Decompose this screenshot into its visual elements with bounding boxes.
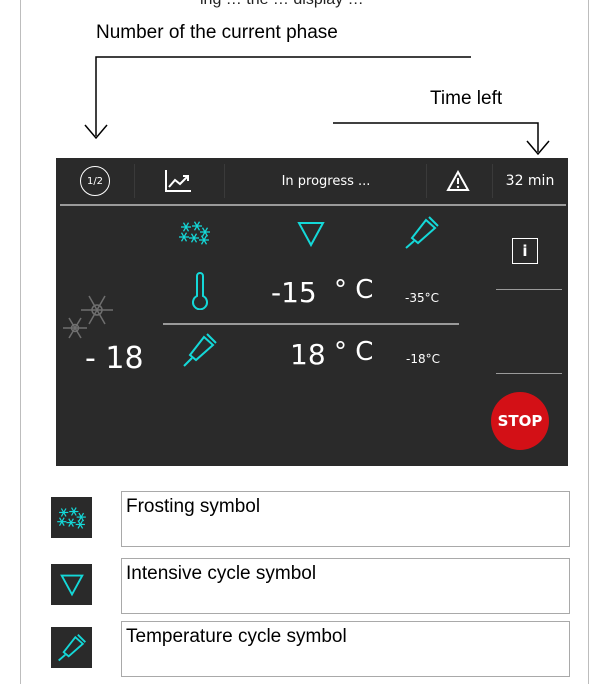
legend-box-frosting: Frosting symbol <box>121 491 570 547</box>
right-divider-1 <box>496 289 562 290</box>
annotation-arrows <box>84 56 550 156</box>
time-left-value: 32 min <box>505 173 555 189</box>
status-text: In progress ... <box>281 173 371 189</box>
time-cell: 32 min <box>492 158 568 204</box>
top-divider <box>60 204 566 206</box>
probe-temperature-unit: ° C <box>334 337 374 367</box>
legend-frost-icon-box <box>51 497 92 538</box>
legend-label-frosting: Frosting symbol <box>126 496 261 517</box>
graph-icon <box>165 170 191 192</box>
frost-icon <box>56 506 86 529</box>
warning-icon <box>446 170 470 191</box>
legend-probe-icon-box <box>51 627 92 668</box>
graph-button[interactable] <box>148 158 208 204</box>
phase-badge: 1/2 <box>80 166 110 196</box>
info-button[interactable]: i <box>512 238 538 264</box>
legend-label-intensive: Intensive cycle symbol <box>126 563 317 584</box>
set-temperature-target: -35°C <box>405 291 439 305</box>
thermometer-icon <box>192 272 208 310</box>
intensive-cycle-icon <box>297 222 325 248</box>
legend-row-temperature: Temperature cycle symbol <box>51 621 571 677</box>
status-cell: In progress ... <box>226 158 426 204</box>
stop-button[interactable]: STOP <box>491 392 549 450</box>
frost-icon <box>179 221 210 245</box>
chamber-temperature: - 18 <box>85 341 144 376</box>
set-temperature-unit: ° C <box>334 275 374 305</box>
legend-label-temperature: Temperature cycle symbol <box>126 626 347 647</box>
legend-row-frosting: Frosting symbol <box>51 491 571 547</box>
intensive-cycle-icon <box>59 574 84 596</box>
controller-screen: 1/2 In progress ... 32 min i STOP -15 ° … <box>56 158 568 466</box>
core-probe-icon-2 <box>183 333 217 367</box>
core-probe-icon <box>57 633 86 661</box>
middle-divider <box>163 323 459 325</box>
status-bar: 1/2 In progress ... 32 min <box>56 158 568 204</box>
alarm-button[interactable] <box>428 158 488 204</box>
legend-box-intensive: Intensive cycle symbol <box>121 558 570 614</box>
probe-temperature: 18 <box>290 338 326 371</box>
core-probe-icon <box>405 216 439 249</box>
legend-box-temperature: Temperature cycle symbol <box>121 621 570 677</box>
legend-row-intensive: Intensive cycle symbol <box>51 558 571 614</box>
set-temperature: -15 <box>271 276 317 309</box>
legend-intensive-icon-box <box>51 564 92 605</box>
probe-temperature-target: -18°C <box>406 352 440 366</box>
phase-cell[interactable]: 1/2 <box>56 158 134 204</box>
right-divider-2 <box>496 373 562 374</box>
